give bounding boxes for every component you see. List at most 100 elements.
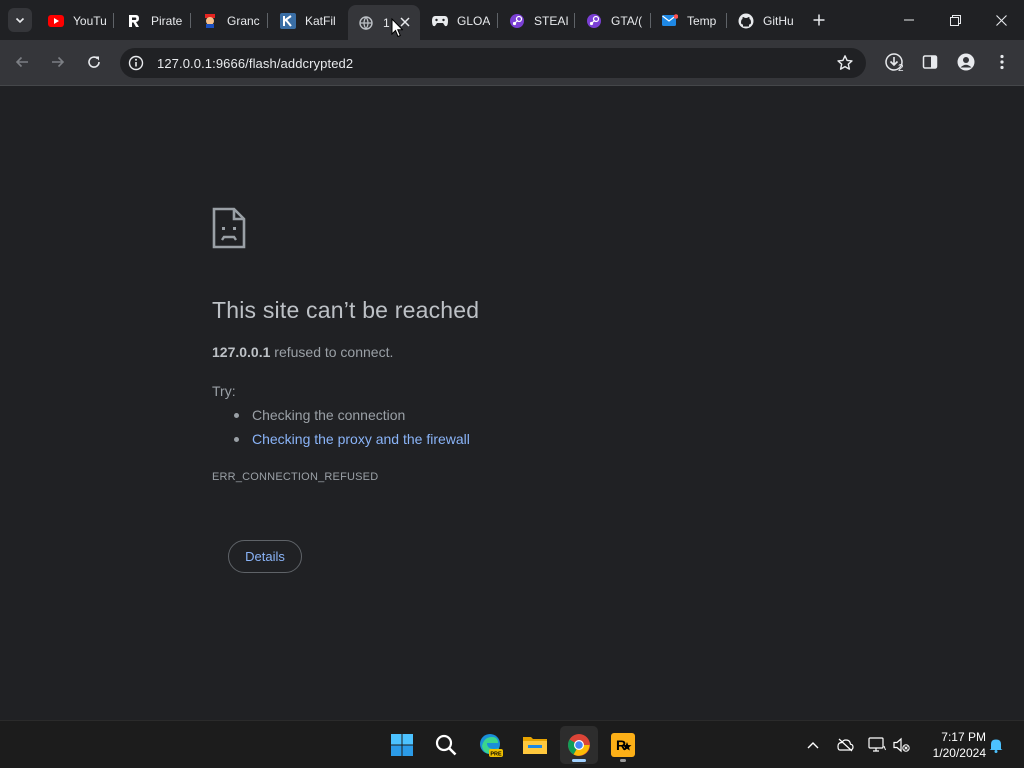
tab-separator (497, 13, 498, 28)
tab-separator (650, 13, 651, 28)
file-explorer-icon (523, 737, 547, 754)
r-logo-icon (126, 13, 142, 29)
error-summary-text: refused to connect. (270, 344, 394, 360)
restore-button[interactable] (932, 0, 978, 40)
arrow-right-icon (52, 56, 65, 68)
tab-label: Pirate (151, 13, 183, 28)
close-window-button[interactable] (978, 0, 1024, 40)
tab-separator (267, 13, 268, 28)
tab-steam[interactable]: STEAI (499, 7, 571, 34)
tab-katfile[interactable]: KatFil (270, 7, 342, 34)
tab-separator (113, 13, 114, 28)
bell-icon (989, 739, 1003, 753)
tab-label: Temp (687, 13, 717, 28)
tab-strip: YouTu Pirate Granc KatFil 1 GLOA STEAI G… (0, 0, 1024, 40)
page-content: This site can’t be reached 127.0.0.1 ref… (0, 87, 1024, 720)
cloud-off-icon (837, 738, 854, 752)
taskbar-clock[interactable]: 7:17 PM 1/20/2024 (918, 729, 986, 761)
site-info-icon[interactable] (128, 55, 144, 71)
tab-label: GitHu (763, 13, 794, 28)
tab-temp-mail[interactable]: Temp (652, 7, 724, 34)
close-icon (995, 14, 1007, 26)
edge-beta-button[interactable]: PRE (472, 726, 510, 764)
error-code: ERR_CONNECTION_REFUSED (212, 471, 379, 483)
svg-text:R: R (616, 737, 626, 753)
side-panel-icon (922, 55, 938, 69)
tab-youtube[interactable]: YouTu (38, 7, 110, 34)
running-indicator (572, 759, 586, 762)
k-logo-icon (280, 12, 296, 29)
tab-separator (574, 13, 575, 28)
details-button[interactable]: Details (228, 540, 302, 573)
back-button[interactable] (7, 47, 37, 77)
bookmark-star-icon[interactable] (836, 54, 854, 72)
onedrive-tray-button[interactable] (833, 733, 857, 757)
gamepad-icon (432, 13, 448, 29)
clock-date: 1/20/2024 (932, 746, 986, 760)
tab-label: GLOA (457, 13, 491, 28)
tab-grand[interactable]: Granc (192, 7, 264, 34)
file-explorer-button[interactable] (516, 726, 554, 764)
tab-label: KatFil (305, 13, 336, 28)
tab-label: YouTu (73, 13, 107, 28)
rockstar-launcher-button[interactable]: R (604, 726, 642, 764)
suggestion-text: Checking the connection (252, 407, 406, 423)
show-hidden-icons-button[interactable] (801, 733, 825, 757)
sad-document-icon (212, 207, 246, 249)
forward-button[interactable] (43, 47, 73, 77)
downloads-button[interactable] (879, 47, 909, 77)
clock-time: 7:17 PM (941, 730, 986, 744)
restore-icon (949, 14, 961, 26)
notifications-button[interactable] (984, 733, 1008, 757)
rockstar-icon: R (611, 733, 635, 757)
minimize-button[interactable] (886, 0, 932, 40)
tab-separator (726, 13, 727, 28)
mouse-cursor-icon (391, 18, 403, 38)
error-summary: 127.0.0.1 refused to connect. (212, 344, 393, 360)
downloads-count: 2 (898, 63, 904, 74)
tab-search-button[interactable] (8, 8, 32, 32)
chevron-up-icon (807, 742, 819, 749)
tab-gta[interactable]: GTA/( (576, 7, 648, 34)
tab-label: STEAI (534, 13, 569, 28)
more-vertical-icon (1000, 54, 1004, 70)
network-icon (868, 737, 886, 752)
steam-icon (586, 13, 602, 29)
try-label: Try: (212, 383, 236, 399)
url-text[interactable]: 127.0.0.1:9666/flash/addcrypted2 (157, 56, 353, 71)
globe-icon (358, 15, 374, 31)
tab-gloa[interactable]: GLOA (422, 7, 494, 34)
new-tab-button[interactable] (808, 9, 830, 31)
tab-label: Granc (227, 13, 260, 28)
network-tray-button[interactable] (865, 733, 889, 757)
bullet (234, 437, 239, 442)
profile-button[interactable] (951, 47, 981, 77)
start-button[interactable] (383, 726, 421, 764)
taskbar: PRE R 7:17 PM 1/20/2024 (0, 720, 1024, 768)
chevron-down-icon (15, 17, 25, 24)
menu-button[interactable] (987, 47, 1017, 77)
start-icon (391, 734, 413, 756)
mario-icon (202, 13, 218, 29)
volume-tray-button[interactable] (890, 733, 914, 757)
edge-beta-icon: PRE (480, 734, 503, 758)
reload-button[interactable] (79, 47, 109, 77)
error-title: This site can’t be reached (212, 297, 480, 323)
mail-icon (662, 13, 678, 29)
taskbar-search-button[interactable] (427, 726, 465, 764)
github-icon (738, 13, 754, 29)
tab-label: 1 (383, 15, 390, 30)
chrome-button[interactable] (560, 726, 598, 764)
address-bar[interactable]: 127.0.0.1:9666/flash/addcrypted2 (120, 48, 866, 78)
tab-active[interactable]: 1 (348, 5, 420, 40)
suggestion-check-connection: Checking the connection (234, 407, 405, 423)
browser-toolbar: 127.0.0.1:9666/flash/addcrypted2 (0, 40, 1024, 86)
suggestion-link-text[interactable]: Checking the proxy and the firewall (252, 431, 470, 447)
tab-pirate[interactable]: Pirate (116, 7, 188, 34)
search-icon (435, 734, 457, 756)
chrome-icon (568, 734, 590, 756)
tab-github[interactable]: GitHu (728, 7, 800, 34)
suggestion-proxy-firewall-link[interactable]: Checking the proxy and the firewall (234, 431, 470, 447)
plus-icon (813, 14, 825, 26)
side-panel-button[interactable] (915, 47, 945, 77)
